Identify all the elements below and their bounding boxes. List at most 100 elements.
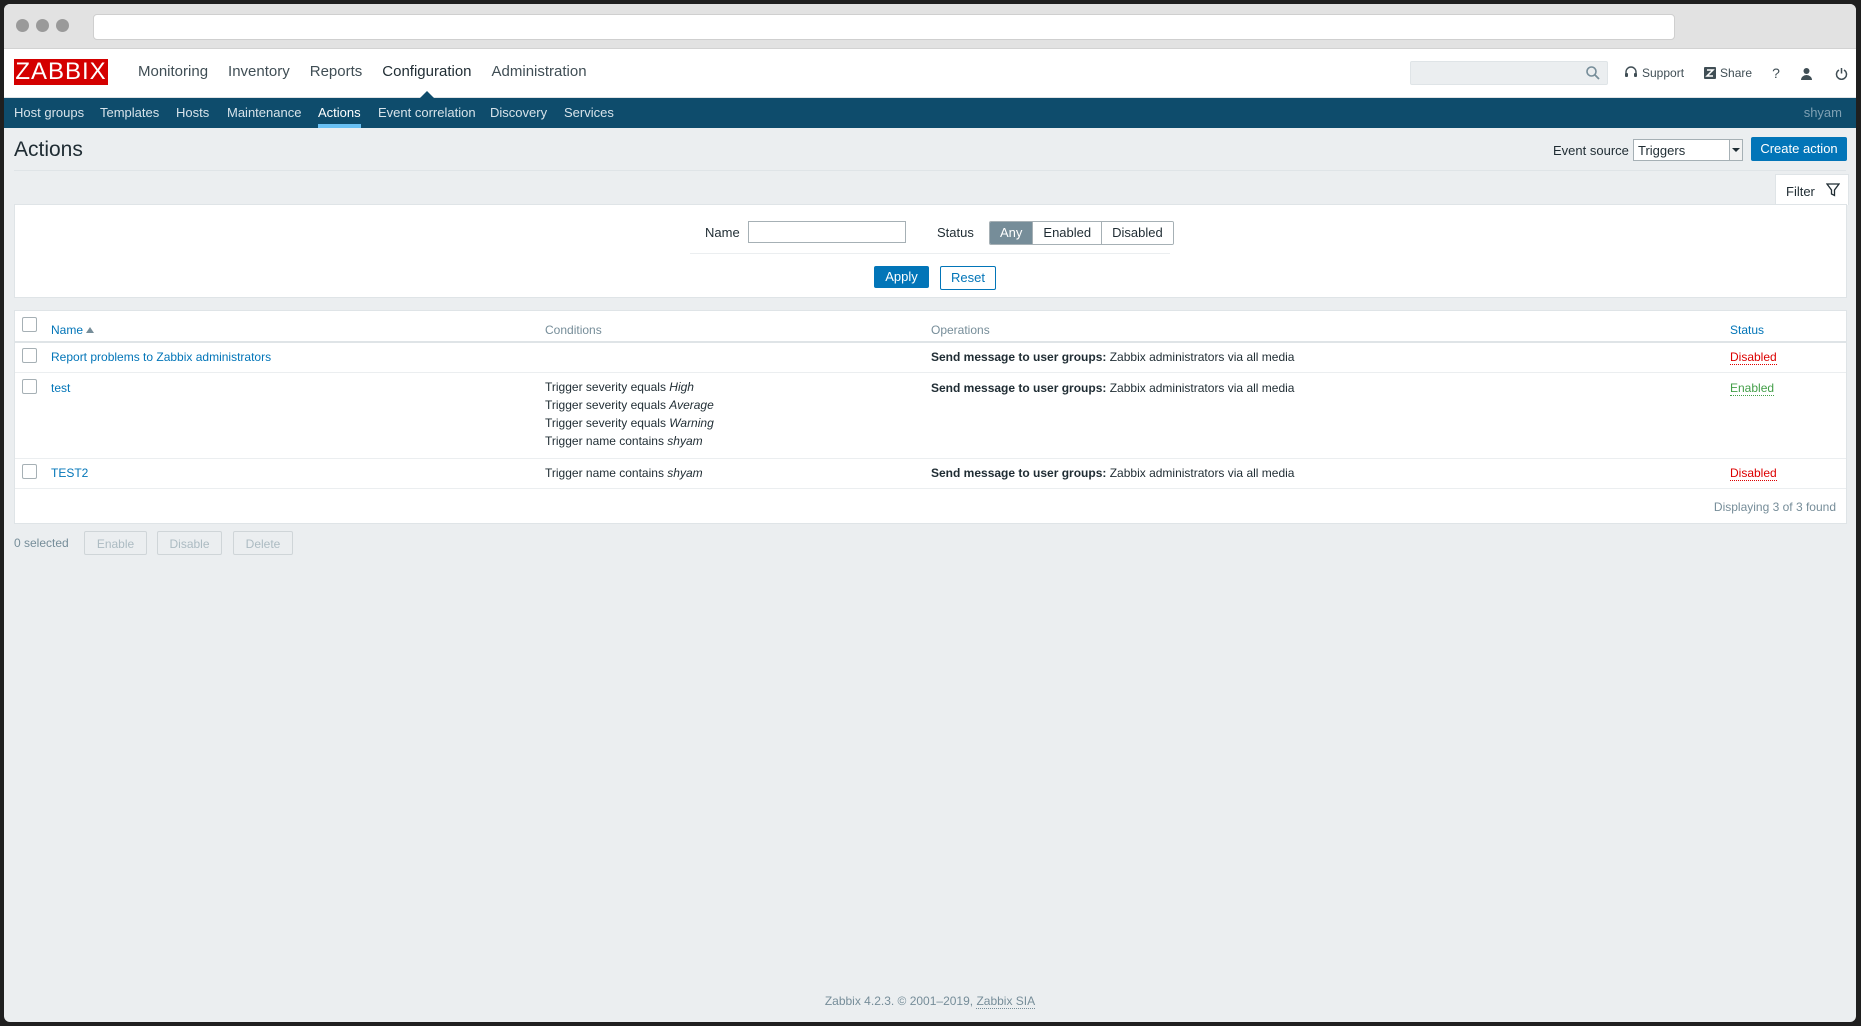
footer-text: Zabbix 4.2.3. © 2001–2019, — [824, 994, 977, 1008]
operation-text: Zabbix administrators via all media — [1106, 381, 1295, 395]
filter-tab-label: Filter — [1786, 184, 1815, 199]
support-link[interactable]: Support — [1624, 66, 1684, 80]
action-name-link[interactable]: TEST2 — [51, 466, 88, 480]
submenu-templates[interactable]: Templates — [100, 98, 159, 128]
row-divider — [15, 372, 1846, 373]
condition-value: High — [669, 380, 694, 394]
condition-text: Trigger name contains — [545, 434, 668, 448]
condition-text: Trigger severity equals — [545, 398, 670, 412]
menu-configuration[interactable]: Configuration — [372, 49, 481, 98]
status-disabled-toggle[interactable]: Disabled — [1730, 350, 1777, 365]
submenu-maintenance[interactable]: Maintenance — [227, 98, 301, 128]
disable-button[interactable]: Disable — [157, 531, 222, 555]
status-enabled-toggle[interactable]: Enabled — [1730, 381, 1775, 396]
filter-panel: Name Status Any Enabled Disabled Apply R… — [14, 204, 1847, 298]
close-window-icon[interactable] — [16, 19, 29, 32]
global-search-input[interactable] — [1410, 61, 1608, 85]
action-operations: Send message to user groups: Zabbix admi… — [931, 466, 1294, 480]
row-checkbox[interactable] — [22, 348, 37, 363]
operation-bold: Send message to user groups: — [931, 381, 1107, 395]
top-links: Support Share ? — [1624, 49, 1856, 97]
submenu-discovery[interactable]: Discovery — [490, 98, 547, 128]
menu-administration[interactable]: Administration — [482, 49, 597, 97]
event-source-label: Event source — [1553, 143, 1629, 158]
user-icon — [1800, 67, 1812, 80]
enable-button[interactable]: Enable — [84, 531, 147, 555]
sub-navigation: Host groups Templates Hosts Maintenance … — [4, 98, 1856, 128]
row-checkbox[interactable] — [22, 464, 37, 479]
event-source-select[interactable]: Triggers — [1633, 139, 1743, 161]
selected-count: 0 selected — [14, 536, 69, 550]
column-header-status[interactable]: Status — [1730, 323, 1764, 337]
action-status[interactable]: Disabled — [1730, 350, 1777, 365]
operation-bold: Send message to user groups: — [931, 466, 1107, 480]
column-header-name[interactable]: Name — [51, 323, 95, 337]
minimize-window-icon[interactable] — [36, 19, 49, 32]
support-label: Support — [1642, 66, 1685, 80]
address-bar[interactable] — [93, 14, 1675, 40]
filter-name-input[interactable] — [748, 221, 906, 243]
condition-value: Average — [669, 398, 714, 412]
status-disabled-toggle[interactable]: Disabled — [1730, 466, 1777, 481]
top-navigation: ZABBIX Monitoring Inventory Reports Conf… — [4, 49, 1856, 98]
submenu-services[interactable]: Services — [564, 98, 614, 128]
paging-info: Displaying 3 of 3 found — [1713, 500, 1836, 514]
browser-window: ZABBIX Monitoring Inventory Reports Conf… — [4, 4, 1856, 1022]
submenu-hosts[interactable]: Hosts — [176, 98, 209, 128]
menu-inventory[interactable]: Inventory — [218, 49, 300, 97]
action-conditions: Trigger name contains shyam — [545, 466, 703, 480]
submenu-host-groups[interactable]: Host groups — [14, 98, 84, 128]
user-profile-button[interactable] — [1800, 67, 1813, 80]
status-option-enabled[interactable]: Enabled — [1033, 222, 1103, 244]
actions-table: Name Conditions Operations Status Report… — [14, 310, 1847, 524]
action-status[interactable]: Enabled — [1730, 381, 1775, 396]
condition-line: Trigger name contains shyam — [545, 432, 714, 450]
sort-ascending-icon — [86, 327, 95, 333]
action-name-link[interactable]: Report problems to Zabbix administrators — [51, 350, 271, 364]
status-option-disabled[interactable]: Disabled — [1102, 222, 1173, 244]
page-title: Actions — [14, 138, 83, 161]
condition-line: Trigger severity equals Warning — [545, 414, 714, 432]
zabbix-sia-link[interactable]: Zabbix SIA — [976, 994, 1036, 1009]
zabbix-logo[interactable]: ZABBIX — [14, 59, 108, 85]
status-segmented-control: Any Enabled Disabled — [989, 221, 1174, 245]
share-label: Share — [1720, 66, 1753, 80]
page-header: Actions Event source Triggers Create act… — [14, 128, 1847, 171]
search-icon[interactable] — [1585, 65, 1601, 81]
filter-name-label: Name — [705, 225, 740, 240]
operation-text: Zabbix administrators via all media — [1106, 350, 1295, 364]
submenu-event-correlation[interactable]: Event correlation — [378, 98, 476, 128]
maximize-window-icon[interactable] — [56, 19, 69, 32]
share-link[interactable]: Share — [1704, 66, 1752, 80]
action-name-link[interactable]: test — [51, 381, 70, 395]
menu-monitoring[interactable]: Monitoring — [128, 49, 218, 97]
chevron-down-icon — [1729, 140, 1742, 160]
submenu-actions[interactable]: Actions — [318, 98, 361, 128]
event-source-value: Triggers — [1638, 143, 1686, 158]
filter-divider — [690, 253, 1170, 254]
column-header-operations: Operations — [931, 323, 990, 337]
condition-line: Trigger severity equals High — [545, 378, 714, 396]
row-checkbox[interactable] — [22, 379, 37, 394]
menu-reports[interactable]: Reports — [300, 49, 373, 97]
condition-value: shyam — [667, 466, 703, 480]
help-link[interactable]: ? — [1772, 65, 1780, 81]
create-action-button[interactable]: Create action — [1751, 137, 1847, 161]
status-option-any[interactable]: Any — [990, 222, 1034, 244]
power-icon — [1835, 67, 1848, 80]
current-user[interactable]: shyam — [1804, 98, 1842, 128]
action-status[interactable]: Disabled — [1730, 466, 1777, 481]
condition-line: Trigger severity equals Average — [545, 396, 714, 414]
browser-chrome — [4, 4, 1856, 49]
filter-status-label: Status — [937, 225, 974, 240]
filter-icon — [1826, 183, 1840, 197]
delete-button[interactable]: Delete — [233, 531, 293, 555]
sign-out-button[interactable] — [1835, 67, 1848, 80]
apply-button[interactable]: Apply — [874, 266, 929, 288]
column-header-conditions: Conditions — [545, 323, 602, 337]
filter-tab[interactable]: Filter — [1775, 174, 1849, 205]
reset-button[interactable]: Reset — [940, 266, 996, 290]
condition-text: Trigger severity equals — [545, 416, 670, 430]
select-all-checkbox[interactable] — [22, 317, 37, 332]
footer: Zabbix 4.2.3. © 2001–2019, Zabbix SIA — [4, 994, 1856, 1009]
